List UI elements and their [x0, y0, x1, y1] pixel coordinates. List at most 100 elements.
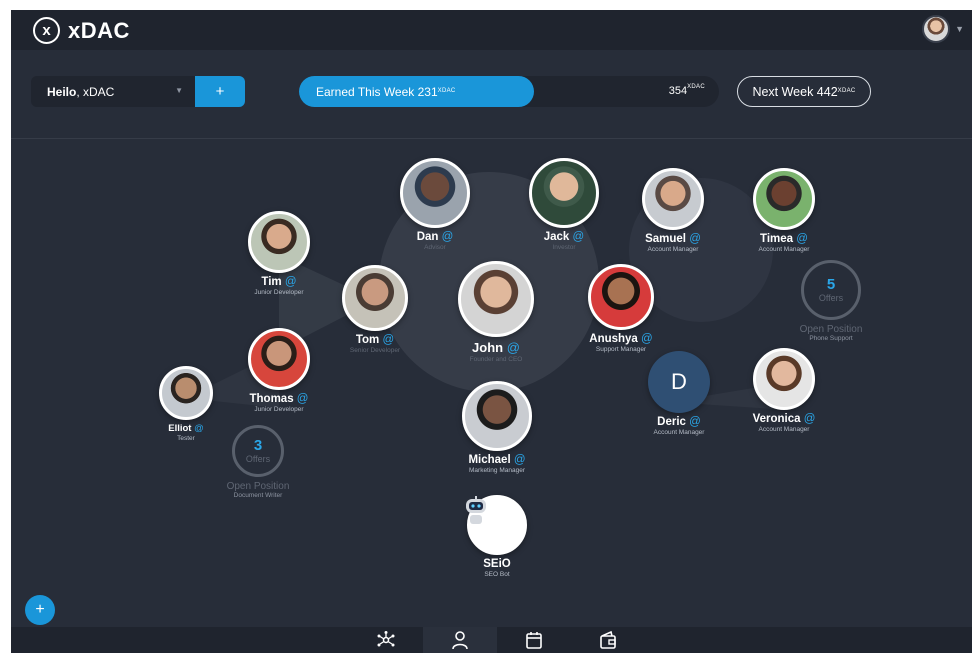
- elliot-avatar[interactable]: [159, 366, 213, 420]
- person-role: Account Manager: [758, 246, 810, 253]
- open-position-title: Open Position: [226, 481, 290, 492]
- person-node[interactable]: Jack @ Investor: [522, 158, 606, 251]
- chevron-down-icon[interactable]: ▼: [175, 86, 183, 95]
- top-bar: x xDAC ▼: [11, 10, 972, 50]
- next-week-label: Next Week 442: [752, 84, 838, 99]
- person-role: Founder and CEO: [469, 356, 523, 363]
- person-name[interactable]: Anushya @: [576, 333, 666, 345]
- anushya-avatar[interactable]: [588, 264, 654, 330]
- bot-name[interactable]: SEiO: [461, 558, 533, 570]
- person-name[interactable]: Thomas @: [237, 393, 321, 405]
- open-position-subtitle: Document Writer: [233, 492, 283, 499]
- person-role: Account Manager: [647, 246, 699, 253]
- add-button[interactable]: +: [195, 76, 245, 107]
- person-node[interactable]: Veronica @ Account Manager: [742, 348, 826, 433]
- earned-this-week-label: Earned This Week 231: [316, 84, 438, 99]
- total-value: 354: [668, 85, 688, 97]
- open-position-title: Open Position: [799, 324, 863, 335]
- person-name[interactable]: Samuel @: [631, 233, 715, 245]
- toolbar: Heilo, xDAC ▼ + Earned This Week 231 XDAC…: [11, 50, 972, 139]
- offers-ring[interactable]: 5 Offers: [801, 260, 861, 320]
- person-role: Tester: [177, 435, 195, 442]
- offers-label: Offers: [245, 454, 271, 464]
- timea-avatar[interactable]: [753, 168, 815, 230]
- michael-avatar[interactable]: [462, 381, 532, 451]
- floating-add-button[interactable]: +: [25, 595, 55, 625]
- jack-avatar[interactable]: [529, 158, 599, 228]
- person-role: Investor: [552, 244, 576, 251]
- offers-ring[interactable]: 3 Offers: [232, 425, 284, 477]
- next-week-button[interactable]: Next Week 442 XDAC: [737, 76, 871, 107]
- tab-calendar[interactable]: [497, 627, 571, 653]
- person-name[interactable]: Veronica @: [742, 413, 826, 425]
- offers-label: Offers: [818, 293, 844, 303]
- tab-network[interactable]: [349, 627, 423, 653]
- person-role: Account Manager: [653, 429, 705, 436]
- earnings-progress-fill: Earned This Week 231 XDAC: [299, 76, 534, 107]
- bottom-nav: [11, 627, 972, 653]
- earnings-progress-bar: Earned This Week 231 XDAC 354XDAC: [299, 76, 719, 107]
- total-unit: XDAC: [687, 84, 705, 90]
- person-role: Junior Developer: [254, 406, 304, 413]
- bot-node[interactable]: SEiO SEO Bot: [461, 495, 533, 578]
- next-week-unit: XDAC: [837, 87, 856, 94]
- offers-count: 3: [253, 437, 263, 454]
- robot-icon[interactable]: [466, 495, 527, 555]
- john-avatar[interactable]: [458, 261, 534, 337]
- person-role: Senior Developer: [349, 347, 401, 354]
- logo[interactable]: x xDAC: [33, 17, 130, 44]
- person-name[interactable]: John @: [450, 340, 542, 355]
- offers-count: 5: [826, 276, 836, 293]
- person-name[interactable]: Deric @: [638, 416, 720, 428]
- person-node[interactable]: Tom @ Senior Developer: [333, 265, 417, 354]
- veronica-avatar[interactable]: [753, 348, 815, 410]
- person-name[interactable]: Tim @: [237, 276, 321, 288]
- tab-wallet[interactable]: [571, 627, 645, 653]
- app-window: x xDAC ▼ Heilo, xDAC ▼ + Earned This Wee…: [11, 10, 972, 653]
- dan-avatar[interactable]: [400, 158, 470, 228]
- person-node[interactable]: John @ Founder and CEO: [450, 261, 542, 363]
- earned-unit: XDAC: [437, 87, 456, 94]
- tom-avatar[interactable]: [342, 265, 408, 331]
- person-name[interactable]: Elliot @: [153, 423, 219, 434]
- brand-name: xDAC: [68, 17, 130, 43]
- earnings-total: 354XDAC: [668, 84, 705, 97]
- user-avatar-icon[interactable]: [922, 15, 951, 43]
- person-node[interactable]: Samuel @ Account Manager: [631, 168, 715, 253]
- person-name[interactable]: Michael @: [451, 454, 543, 466]
- person-role: Account Manager: [758, 426, 810, 433]
- chevron-down-icon[interactable]: ▼: [955, 24, 964, 34]
- person-name[interactable]: Jack @: [522, 231, 606, 243]
- samuel-avatar[interactable]: [642, 168, 704, 230]
- person-role: Advisor: [424, 244, 446, 251]
- user-menu[interactable]: ▼: [922, 15, 964, 43]
- open-position-node[interactable]: 5 Offers Open Position Phone Support: [786, 260, 876, 342]
- person-node[interactable]: Anushya @ Support Manager: [576, 264, 666, 353]
- person-name[interactable]: Tom @: [333, 334, 417, 346]
- person-node[interactable]: D Deric @ Account Manager: [638, 351, 720, 436]
- person-role: Marketing Manager: [469, 467, 525, 474]
- person-node[interactable]: Timea @ Account Manager: [742, 168, 826, 253]
- account-select[interactable]: Heilo, xDAC ▼: [31, 76, 195, 107]
- logo-mark-icon: x: [33, 17, 60, 44]
- tab-people[interactable]: [423, 627, 497, 653]
- person-node[interactable]: Tim @ Junior Developer: [237, 211, 321, 296]
- person-node[interactable]: Dan @ Advisor: [393, 158, 477, 251]
- bot-role: SEO Bot: [484, 571, 510, 578]
- person-node[interactable]: Thomas @ Junior Developer: [237, 328, 321, 413]
- person-node[interactable]: Elliot @ Tester: [153, 366, 219, 442]
- person-icon: [452, 631, 468, 650]
- deric-avatar[interactable]: D: [648, 351, 710, 413]
- greeting-bold: Heilo: [47, 84, 77, 99]
- person-name[interactable]: Timea @: [742, 233, 826, 245]
- open-position-node[interactable]: 3 Offers Open Position Document Writer: [213, 425, 303, 499]
- calendar-icon: [526, 632, 542, 649]
- thomas-avatar[interactable]: [248, 328, 310, 390]
- robot-icon-glyph: [466, 496, 486, 524]
- team-network-canvas[interactable]: Dan @ Advisor Jack @ Investor Samuel @ A…: [11, 140, 972, 627]
- person-node[interactable]: Michael @ Marketing Manager: [451, 381, 543, 474]
- person-name[interactable]: Dan @: [393, 231, 477, 243]
- open-position-subtitle: Phone Support: [809, 335, 853, 342]
- network-icon: [377, 631, 395, 647]
- tim-avatar[interactable]: [248, 211, 310, 273]
